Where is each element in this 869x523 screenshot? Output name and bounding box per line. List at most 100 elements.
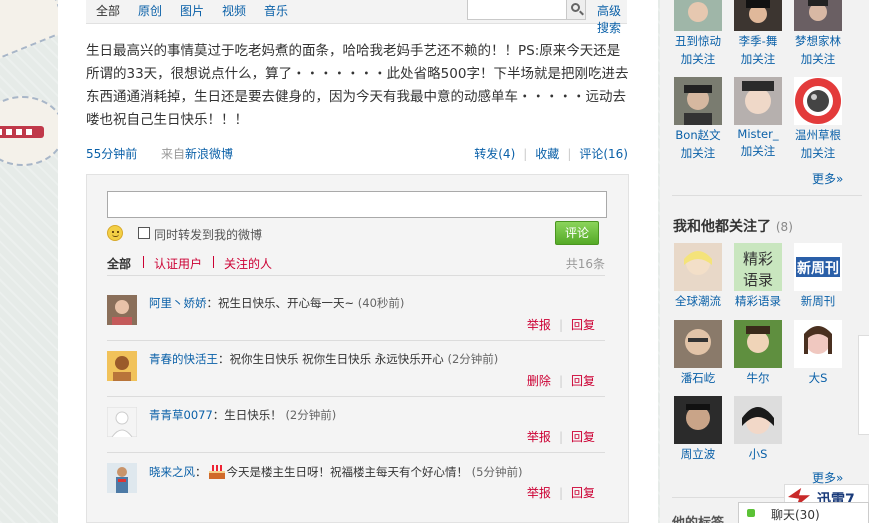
reply-link[interactable]: 回复 (571, 318, 595, 332)
source-link[interactable]: 新浪微博 (185, 147, 233, 161)
avatar[interactable] (794, 0, 842, 31)
follow-name[interactable]: 李季-舞 (728, 33, 788, 49)
common-name[interactable]: 小S (728, 446, 788, 462)
follow-card: 温州草根 加关注 (788, 77, 848, 161)
emoticon-icon[interactable] (107, 225, 123, 241)
avatar[interactable] (674, 243, 722, 291)
follow-card: Bon赵文 加关注 (668, 77, 728, 161)
report-link[interactable]: 举报 (527, 318, 551, 332)
avatar[interactable] (674, 0, 722, 31)
filter-bar: 全部 原创 图片 视频 音乐 高级搜索 (86, 0, 627, 35)
follow-card: 梦想家林 加关注 (788, 0, 848, 67)
comment-user[interactable]: 晓来之风 (149, 465, 195, 479)
avatar[interactable] (107, 407, 137, 437)
avatar[interactable] (107, 295, 137, 325)
comment-row: 青青草0077：生日快乐！ (2分钟前) 举报 | 回复 (107, 407, 605, 463)
common-name[interactable]: 精彩语录 (728, 293, 788, 309)
follow-name[interactable]: 温州草根 (788, 127, 848, 143)
also-forward-checkbox[interactable] (138, 227, 150, 239)
follow-add-link[interactable]: 加关注 (668, 145, 728, 161)
avatar[interactable] (794, 77, 842, 125)
follow-add-link[interactable]: 加关注 (788, 145, 848, 161)
avatar[interactable] (674, 320, 722, 368)
favorite-button[interactable]: 收藏 (535, 147, 559, 161)
reply-link[interactable]: 回复 (571, 486, 595, 500)
common-card: 大S (788, 320, 848, 386)
sidebar: 丑到惊动 加关注 李季-舞 加关注 梦想家林 加关注 Bon赵文 加关注 Mis… (660, 0, 869, 523)
comment-tab-verified[interactable]: 认证用户 (154, 255, 202, 272)
avatar[interactable] (734, 77, 782, 125)
filter-tab-music[interactable]: 音乐 (264, 2, 288, 19)
more-following-link[interactable]: 更多» (812, 170, 843, 187)
avatar[interactable] (734, 320, 782, 368)
chat-label: 聊天(30) (771, 508, 820, 522)
follow-add-link[interactable]: 加关注 (728, 143, 788, 159)
common-name[interactable]: 新周刊 (788, 293, 848, 309)
post-text: 生日最高兴的事情莫过于吃老妈煮的面条，哈哈我老妈手艺还不赖的！！PS:原来今天还… (86, 43, 629, 128)
avatar[interactable] (107, 463, 137, 493)
comment-count: 共16条 (565, 257, 605, 271)
common-name[interactable]: 潘石屹 (668, 370, 728, 386)
follow-name[interactable]: 梦想家林 (788, 33, 848, 49)
avatar[interactable] (674, 77, 722, 125)
follow-card: 丑到惊动 加关注 (668, 0, 728, 67)
birthday-cake-icon (207, 463, 227, 479)
comment-tab-all[interactable]: 全部 (107, 255, 131, 272)
comment-tab-following[interactable]: 关注的人 (224, 255, 272, 272)
common-name[interactable]: 周立波 (668, 446, 728, 462)
avatar[interactable] (107, 351, 137, 381)
side-widget-edge (858, 335, 869, 435)
follow-card: 李季-舞 加关注 (728, 0, 788, 67)
reply-link[interactable]: 回复 (571, 430, 595, 444)
post-source: 来自新浪微博 (161, 147, 234, 161)
comment-user[interactable]: 阿里丶娇娇 (149, 296, 207, 310)
avatar[interactable] (794, 320, 842, 368)
delete-link[interactable]: 删除 (527, 374, 551, 388)
common-following-title: 我和他都关注了 (8) (673, 219, 793, 235)
comment-toggle-button[interactable]: 评论(16) (579, 147, 628, 161)
post-actions: 转发(4) | 收藏 | 评论(16) (474, 147, 628, 161)
avatar[interactable]: 新周刊 (794, 243, 842, 291)
comment-user[interactable]: 青春的快活王 (149, 352, 218, 366)
submit-comment-button[interactable]: 评论 (555, 221, 599, 245)
common-card: 全球潮流 (668, 243, 728, 309)
report-link[interactable]: 举报 (527, 430, 551, 444)
main-column: 全部 原创 图片 视频 音乐 高级搜索 生日最高兴的事情莫过于吃老妈煮的面条，哈… (58, 0, 658, 523)
avatar[interactable]: 精彩 语录 (734, 243, 782, 291)
online-status-icon (747, 509, 755, 517)
comment-input[interactable] (107, 191, 607, 218)
report-link[interactable]: 举报 (527, 486, 551, 500)
search-button[interactable] (567, 0, 586, 20)
advanced-search-link[interactable]: 高级搜索 (597, 2, 627, 36)
comment-filter-tabs: 全部 认证用户 关注的人 共16条 (107, 255, 605, 275)
follow-add-link[interactable]: 加关注 (728, 51, 788, 67)
common-name[interactable]: 大S (788, 370, 848, 386)
search-input[interactable] (467, 0, 567, 20)
filter-tab-all[interactable]: 全部 (96, 2, 120, 19)
avatar[interactable] (734, 0, 782, 31)
chat-bar[interactable]: 聊天(30) (738, 502, 869, 523)
avatar[interactable] (734, 396, 782, 444)
forward-button[interactable]: 转发(4) (474, 147, 515, 161)
filter-tab-images[interactable]: 图片 (180, 2, 204, 19)
follow-add-link[interactable]: 加关注 (788, 51, 848, 67)
avatar[interactable] (674, 396, 722, 444)
svg-text:语录: 语录 (743, 271, 773, 289)
post-time[interactable]: 55分钟前 (86, 145, 137, 162)
also-forward-label: 同时转发到我的微博 (154, 228, 263, 242)
comment-row: 青春的快活王：祝你生日快乐 祝你生日快乐 永远快乐开心 (2分钟前) 删除 | 回复 (107, 351, 605, 407)
reply-link[interactable]: 回复 (571, 374, 595, 388)
svg-text:新周刊: 新周刊 (797, 260, 839, 277)
follow-name[interactable]: Mister_ (728, 127, 788, 141)
follow-add-link[interactable]: 加关注 (668, 51, 728, 67)
filter-tab-video[interactable]: 视频 (222, 2, 246, 19)
common-name[interactable]: 全球潮流 (668, 293, 728, 309)
follow-card: Mister_ 加关注 (728, 77, 788, 159)
filter-tab-original[interactable]: 原创 (138, 2, 162, 19)
follow-name[interactable]: 丑到惊动 (668, 33, 728, 49)
common-card: 周立波 (668, 396, 728, 462)
common-name[interactable]: 牛尔 (728, 370, 788, 386)
comment-panel: 同时转发到我的微博 评论 全部 认证用户 关注的人 共16条 阿里丶娇娇：祝生日… (86, 174, 629, 523)
comment-user[interactable]: 青青草0077 (149, 408, 213, 422)
follow-name[interactable]: Bon赵文 (668, 127, 728, 143)
